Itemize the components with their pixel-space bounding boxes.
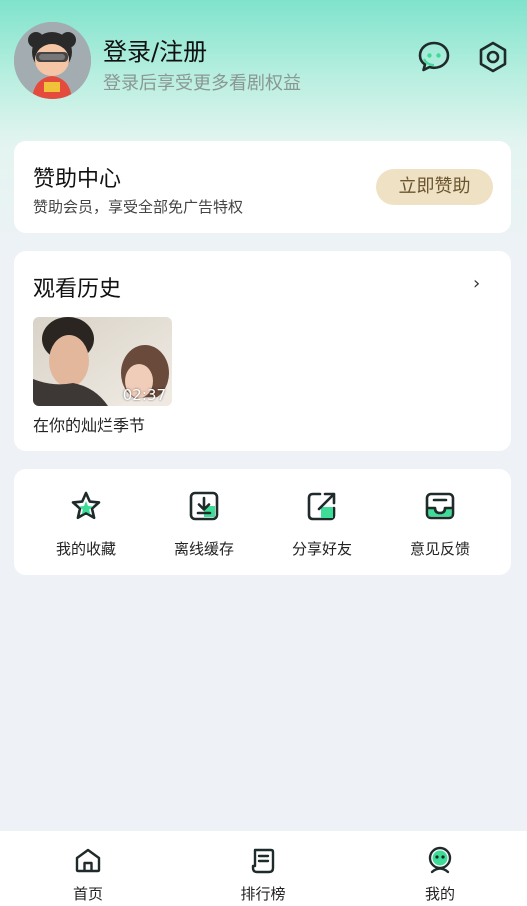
history-item-thumbnail[interactable]: 02:37 bbox=[33, 317, 172, 406]
sponsor-card[interactable]: 赞助中心 赞助会员，享受全部免广告特权 立即赞助 bbox=[14, 141, 511, 233]
star-icon bbox=[71, 491, 101, 520]
tab-mine-label: 我的 bbox=[424, 885, 455, 903]
favorites-button[interactable]: 我的收藏 bbox=[24, 469, 148, 575]
bottom-tab-bar: 首页 排行榜 我的 bbox=[0, 831, 527, 906]
feedback-button[interactable]: 意见反馈 bbox=[378, 469, 502, 575]
offline-cache-label: 离线缓存 bbox=[173, 540, 234, 558]
share-friends-label: 分享好友 bbox=[291, 540, 352, 558]
login-subtitle: 登录后享受更多看剧权益 bbox=[103, 73, 301, 94]
avatar[interactable] bbox=[14, 22, 91, 99]
feedback-inbox-icon bbox=[425, 492, 455, 520]
sponsor-subtitle: 赞助会员，享受全部免广告特权 bbox=[33, 198, 244, 216]
favorites-label: 我的收藏 bbox=[55, 540, 116, 558]
history-title[interactable]: 观看历史 bbox=[33, 271, 121, 303]
profile-header[interactable]: 登录/注册 登录后享受更多看剧权益 bbox=[14, 22, 514, 100]
ranking-icon bbox=[251, 848, 275, 874]
sponsor-now-button[interactable]: 立即赞助 bbox=[376, 169, 493, 205]
home-icon bbox=[75, 848, 101, 873]
login-title[interactable]: 登录/注册 bbox=[103, 32, 207, 67]
history-item-duration: 02:37 bbox=[122, 386, 166, 404]
chat-bubble-icon[interactable] bbox=[417, 40, 451, 74]
share-friends-button[interactable]: 分享好友 bbox=[260, 469, 384, 575]
tab-home[interactable]: 首页 bbox=[0, 831, 176, 906]
profile-mascot-icon bbox=[428, 846, 452, 874]
download-icon bbox=[189, 491, 219, 521]
tab-home-label: 首页 bbox=[72, 885, 103, 903]
offline-cache-button[interactable]: 离线缓存 bbox=[142, 469, 266, 575]
watch-history-card: 观看历史 › 02:37 在你的灿烂季节 bbox=[14, 251, 511, 451]
history-item-title[interactable]: 在你的灿烂季节 bbox=[33, 412, 145, 436]
sponsor-title: 赞助中心 bbox=[33, 167, 122, 192]
quick-actions-card: 我的收藏 离线缓存 分享好友 意见反馈 bbox=[14, 469, 511, 575]
chevron-right-icon[interactable]: › bbox=[473, 273, 480, 294]
share-icon bbox=[307, 492, 336, 521]
feedback-label: 意见反馈 bbox=[409, 540, 470, 558]
tab-ranking[interactable]: 排行榜 bbox=[175, 831, 351, 906]
settings-hexagon-icon[interactable] bbox=[476, 40, 510, 74]
tab-ranking-label: 排行榜 bbox=[240, 885, 286, 903]
tab-mine[interactable]: 我的 bbox=[352, 831, 527, 906]
